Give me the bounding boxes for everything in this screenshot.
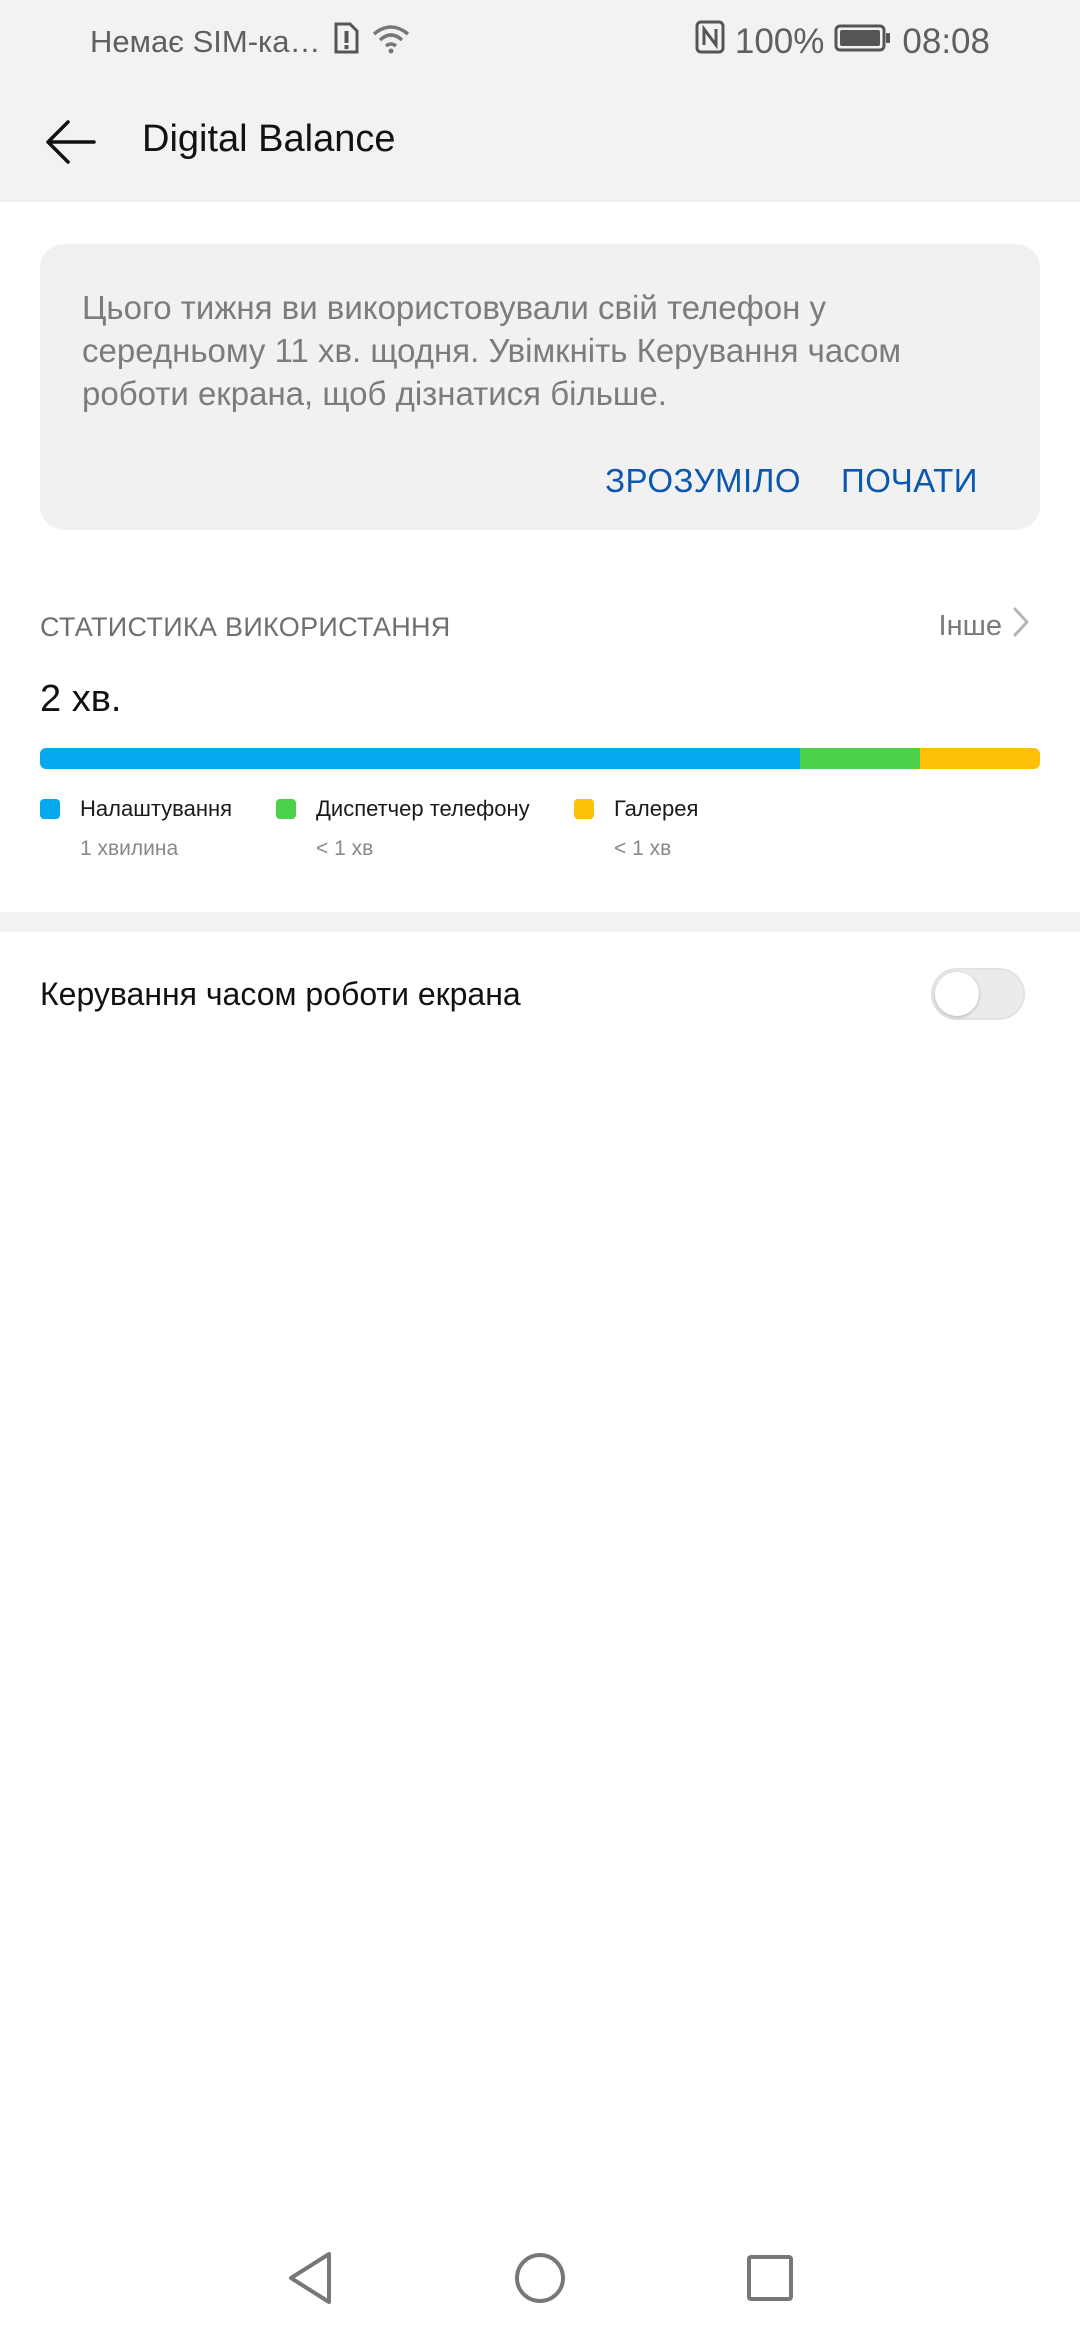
notice-actions: ЗРОЗУМІЛО ПОЧАТИ bbox=[605, 462, 978, 500]
back-arrow-icon bbox=[44, 119, 96, 170]
legend-color-dot bbox=[276, 799, 296, 819]
chevron-right-icon bbox=[1012, 606, 1030, 646]
more-link[interactable]: Інше bbox=[939, 606, 1030, 646]
legend-item: Налаштування 1 хвилина bbox=[40, 796, 276, 861]
legend-row: Налаштування bbox=[40, 796, 276, 822]
legend-usage-time: 1 хвилина bbox=[80, 837, 179, 860]
legend-app-name: Галерея bbox=[614, 796, 699, 821]
legend-app-name: Налаштування bbox=[80, 796, 233, 821]
legend-app-name: Диспетчер телефону bbox=[316, 796, 530, 821]
recents-square-icon bbox=[745, 2253, 795, 2308]
nfc-icon bbox=[695, 20, 725, 63]
dismiss-button[interactable]: ЗРОЗУМІЛО bbox=[605, 462, 801, 500]
legend-usage-time: < 1 хв bbox=[316, 837, 374, 860]
screen-time-row[interactable]: Керування часом роботи екрана bbox=[0, 932, 1080, 1056]
legend-row: Диспетчер телефону bbox=[276, 796, 574, 822]
weekly-usage-notice: Цього тижня ви використовували свій теле… bbox=[40, 244, 1040, 530]
usage-section-title: СТАТИСТИКА ВИКОРИСТАННЯ bbox=[40, 612, 451, 642]
sim-status-text: Немає SIM-ка… bbox=[90, 24, 321, 59]
section-divider bbox=[0, 912, 1080, 932]
usage-bar-segment bbox=[800, 748, 920, 769]
toggle-knob bbox=[935, 972, 979, 1016]
status-bar-right: 100% 08:08 bbox=[695, 20, 990, 63]
back-triangle-icon bbox=[285, 2250, 335, 2311]
system-nav-bar bbox=[0, 2220, 1080, 2340]
usage-total: 2 хв. bbox=[40, 678, 122, 720]
clock: 08:08 bbox=[902, 21, 990, 61]
more-label: Інше bbox=[938, 609, 1002, 642]
nav-home-button[interactable] bbox=[510, 2250, 570, 2310]
home-circle-icon bbox=[512, 2250, 568, 2311]
page-title: Digital Balance bbox=[142, 118, 396, 160]
status-bar: Немає SIM-ка… 100% 08:08 bbox=[0, 0, 1080, 82]
nav-back-button[interactable] bbox=[280, 2250, 340, 2310]
app-bar: Digital Balance bbox=[0, 82, 1080, 202]
nav-recents-button[interactable] bbox=[740, 2250, 800, 2310]
screen-time-label: Керування часом роботи екрана bbox=[40, 976, 521, 1012]
notice-text: Цього тижня ви використовували свій теле… bbox=[82, 289, 902, 412]
usage-bar bbox=[40, 748, 1040, 769]
legend-color-dot bbox=[40, 799, 60, 819]
usage-bar-segment bbox=[40, 748, 800, 769]
legend-item: Галерея < 1 хв bbox=[574, 796, 774, 861]
start-button[interactable]: ПОЧАТИ bbox=[841, 462, 978, 500]
sim-alert-icon bbox=[333, 22, 359, 62]
back-button[interactable] bbox=[38, 112, 102, 176]
battery-icon bbox=[834, 22, 892, 62]
legend-row: Галерея bbox=[574, 796, 774, 822]
status-bar-left: Немає SIM-ка… bbox=[90, 22, 411, 62]
usage-bar-segment bbox=[920, 748, 1040, 769]
usage-legend: Налаштування 1 хвилина Диспетчер телефону <… bbox=[40, 796, 774, 861]
legend-item: Диспетчер телефону < 1 хв bbox=[276, 796, 574, 861]
legend-color-dot bbox=[574, 799, 594, 819]
battery-percent: 100% bbox=[734, 21, 825, 61]
legend-usage-time: < 1 хв bbox=[614, 837, 672, 860]
wifi-icon bbox=[371, 22, 411, 62]
screen-time-toggle[interactable] bbox=[931, 968, 1025, 1020]
